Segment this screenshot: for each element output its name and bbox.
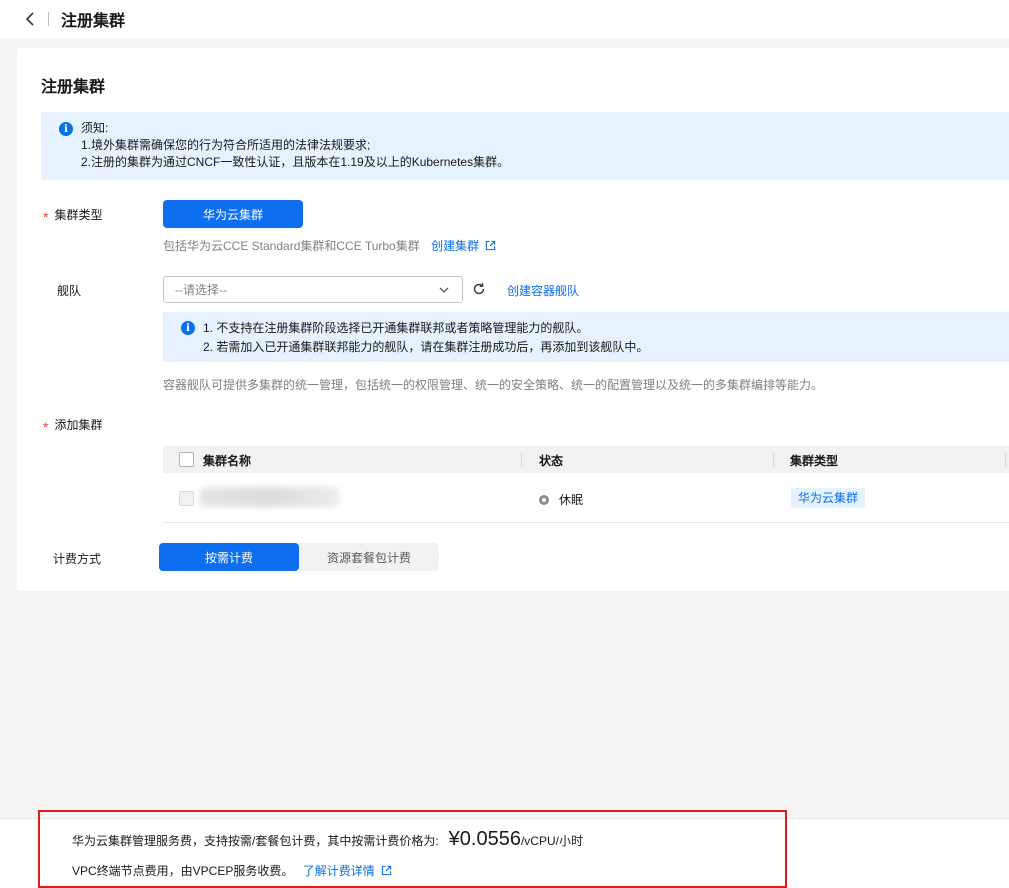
column-divider [521, 452, 522, 467]
pricing-text: 华为云集群管理服务费，支持按需/套餐包计费，其中按需计费价格为: [72, 834, 439, 848]
cluster-type-label: * 集群类型 [43, 208, 103, 225]
price-unit: /vCPU/小时 [520, 834, 583, 848]
required-asterisk: * [43, 419, 49, 435]
on-demand-billing-option[interactable]: 按需计费 [159, 543, 299, 571]
cluster-type-tag: 华为云集群 [791, 488, 866, 508]
notice-line: 1. 不支持在注册集群阶段选择已开通集群联邦或者策略管理能力的舰队。 [203, 321, 589, 335]
billing-details-link[interactable]: 了解计费详情 [303, 864, 392, 878]
page-title: 注册集群 [61, 13, 126, 30]
cluster-table: 集群名称 状态 集群类型 休眠 华为云集群 [163, 446, 1009, 523]
table-header: 集群名称 状态 集群类型 [163, 446, 1009, 473]
required-asterisk: * [43, 209, 49, 225]
cluster-type-hint: 包括华为云CCE Standard集群和CCE Turbo集群 创建集群 [163, 237, 496, 254]
external-link-icon [485, 240, 496, 251]
card-title: 注册集群 [41, 79, 106, 96]
back-arrow-icon[interactable] [22, 11, 38, 27]
cluster-name-redacted [199, 487, 339, 507]
billing-mode-toggle: 按需计费 资源套餐包计费 [159, 543, 439, 571]
huawei-cloud-cluster-option[interactable]: 华为云集群 [163, 200, 303, 228]
create-cluster-link[interactable]: 创建集群 [431, 239, 496, 253]
external-link-icon [381, 865, 391, 876]
notice-heading: 须知: [81, 121, 109, 135]
fleet-notice-banner: i 1. 不支持在注册集群阶段选择已开通集群联邦或者策略管理能力的舰队。 2. … [163, 312, 1009, 362]
select-all-checkbox[interactable] [179, 452, 194, 467]
status-sleep-icon [539, 495, 549, 505]
billing-label: 计费方式 [53, 552, 102, 566]
chevron-down-icon [439, 287, 449, 293]
create-fleet-link[interactable]: 创建容器舰队 [507, 282, 579, 299]
package-billing-option[interactable]: 资源套餐包计费 [299, 543, 439, 571]
table-row: 休眠 华为云集群 [163, 473, 1009, 523]
divider [48, 12, 49, 26]
column-header: 集群类型 [790, 454, 839, 468]
notice-line: 2.注册的集群为通过CNCF一致性认证，且版本在1.19及以上的Kubernet… [81, 155, 510, 169]
fleet-select-placeholder: --请选择-- [175, 283, 227, 297]
vpcep-text: VPC终端节点费用，由VPCEP服务收费。 [72, 864, 294, 878]
add-cluster-label: * 添加集群 [43, 418, 103, 435]
column-divider [1005, 452, 1006, 467]
top-bar: 注册集群 [0, 0, 1009, 38]
notice-banner: i 须知: 1.境外集群需确保您的行为符合所适用的法律法规要求; 2.注册的集群… [41, 112, 1009, 180]
notice-line: 1.境外集群需确保您的行为符合所适用的法律法规要求; [81, 138, 371, 152]
column-divider [773, 452, 774, 467]
column-header: 集群名称 [203, 454, 252, 468]
price-value: ¥0.0556 [448, 828, 521, 850]
row-checkbox[interactable] [179, 491, 194, 506]
refresh-icon[interactable] [472, 282, 486, 296]
column-header: 状态 [539, 454, 564, 468]
fleet-label: 舰队 [57, 284, 82, 298]
info-icon: i [59, 122, 73, 136]
pricing-info: 华为云集群管理服务费，支持按需/套餐包计费，其中按需计费价格为: ¥0.0556… [72, 828, 583, 851]
info-icon: i [181, 321, 195, 335]
notice-line: 2. 若需加入已开通集群联邦能力的舰队，请在集群注册成功后，再添加到该舰队中。 [203, 340, 649, 354]
fleet-select[interactable]: --请选择-- [163, 276, 463, 303]
register-cluster-card: 注册集群 i 须知: 1.境外集群需确保您的行为符合所适用的法律法规要求; 2.… [17, 48, 1009, 591]
status-text: 休眠 [559, 493, 584, 507]
vpcep-info: VPC终端节点费用，由VPCEP服务收费。 了解计费详情 [72, 862, 392, 879]
fleet-description: 容器舰队可提供多集群的统一管理，包括统一的权限管理、统一的安全策略、统一的配置管… [163, 378, 824, 392]
